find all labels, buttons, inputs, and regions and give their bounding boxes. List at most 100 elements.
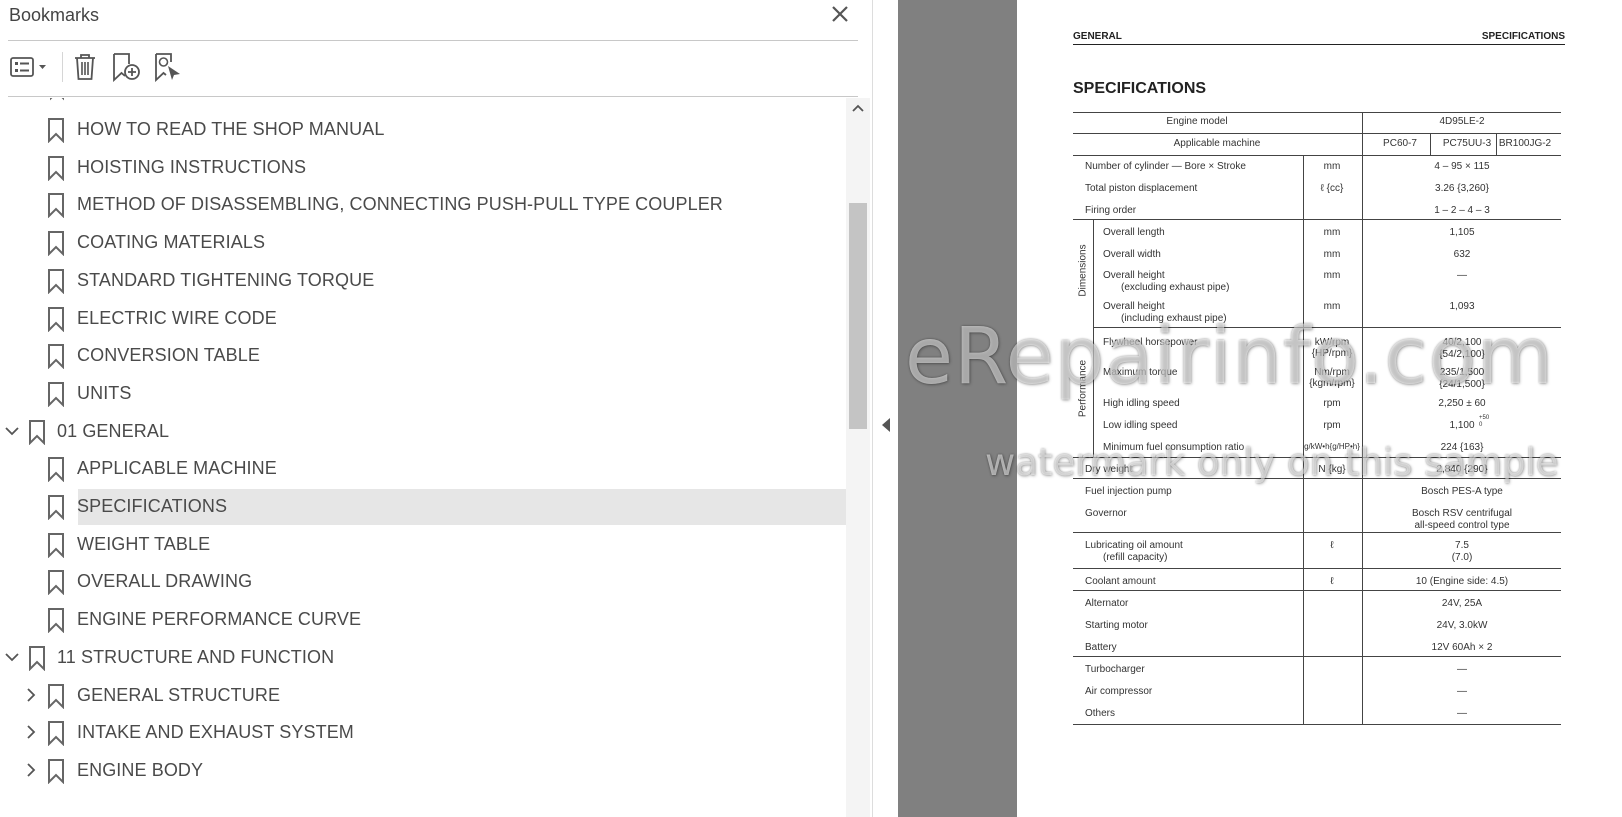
- bookmark-item[interactable]: 11 STRUCTURE AND FUNCTION: [0, 640, 846, 676]
- table-column-rule: [1430, 133, 1431, 155]
- spec-value: 40/2,100: [1442, 337, 1482, 348]
- spec-value-alt: (7.0): [1451, 552, 1473, 563]
- spec-item-label: Governor: [1085, 508, 1127, 519]
- spec-value-tolerance-upper: +50: [1479, 415, 1490, 421]
- group-label-dimensions: Dimensions: [1077, 244, 1089, 297]
- page-title: SPECIFICATIONS: [1073, 80, 1207, 97]
- bookmark-label: GENERAL STRUCTURE: [77, 684, 281, 705]
- bookmarks-header: Bookmarks: [0, 0, 872, 36]
- bookmark-item[interactable]: 01 GENERAL: [0, 414, 846, 450]
- bookmark-item[interactable]: UNITS: [0, 376, 846, 412]
- spec-unit: mm: [1323, 301, 1341, 312]
- bookmark-label: STANDARD TIGHTENING TORQUE: [77, 269, 375, 290]
- bookmark-icon: [48, 344, 64, 370]
- chevron-right-icon[interactable]: [22, 761, 40, 779]
- bookmark-icon: [29, 419, 45, 445]
- close-icon: [832, 6, 848, 22]
- bookmarks-scrollbar[interactable]: [846, 98, 870, 817]
- spec-unit: mm: [1323, 161, 1341, 172]
- close-panel-button[interactable]: [828, 2, 852, 26]
- collapse-panel-icon[interactable]: [881, 418, 891, 432]
- bookmark-icon: [48, 457, 64, 483]
- spec-item-label: Fuel injection pump: [1085, 486, 1172, 497]
- bookmark-item[interactable]: METHOD OF DISASSEMBLING, CONNECTING PUSH…: [0, 187, 846, 223]
- scrollbar-thumb[interactable]: [849, 203, 867, 429]
- spec-unit: Nm/rpm: [1314, 367, 1350, 378]
- spec-unit: ℓ: [1330, 540, 1334, 551]
- bookmark-item[interactable]: APPLICABLE MACHINE: [0, 451, 846, 487]
- bookmark-label: SPECIFICATIONS: [77, 496, 228, 516]
- spec-unit: g/kW•h{g/HP•h}: [1304, 442, 1360, 451]
- spec-item-label: Maximum torque: [1103, 367, 1178, 378]
- bookmark-icon: [29, 645, 45, 671]
- spec-value: 1,100: [1449, 420, 1475, 431]
- bookmark-item[interactable]: INTAKE AND EXHAUST SYSTEM: [0, 715, 846, 751]
- delete-bookmark-button[interactable]: [70, 52, 100, 82]
- chevron-right-icon[interactable]: [22, 686, 40, 704]
- spec-item-label: Minimum fuel consumption ratio: [1103, 442, 1245, 453]
- chevron-down-icon[interactable]: [3, 648, 21, 666]
- chevron-right-icon[interactable]: [22, 723, 40, 741]
- table-column-rule: [1496, 133, 1497, 155]
- spec-value: 2,250 ± 60: [1438, 398, 1486, 409]
- bookmark-item[interactable]: CONVERSION TABLE: [0, 338, 846, 374]
- new-bookmark-button[interactable]: [110, 52, 142, 82]
- bookmark-item[interactable]: ENGINE PERFORMANCE CURVE: [0, 602, 846, 638]
- bookmark-item[interactable]: HOISTING INSTRUCTIONS: [0, 150, 846, 186]
- bookmark-label: COATING MATERIALS: [77, 232, 266, 253]
- spec-item-label: Battery: [1085, 642, 1117, 653]
- spec-item-sublabel: (refill capacity): [1103, 552, 1168, 563]
- spec-value: 224 {163}: [1440, 442, 1484, 453]
- table-rule: [1073, 478, 1561, 479]
- chevron-down-icon[interactable]: [3, 422, 21, 440]
- bookmark-item[interactable]: STANDARD TIGHTENING TORQUE: [0, 263, 846, 299]
- bookmark-item[interactable]: ENGINE BODY: [0, 753, 846, 789]
- bookmark-icon: [48, 118, 64, 143]
- panel-title: Bookmarks: [9, 5, 100, 25]
- spec-item-label: Overall length: [1103, 227, 1165, 238]
- trash-icon: [75, 54, 95, 80]
- options-menu-button[interactable]: [8, 52, 52, 82]
- bookmark-icon: [48, 306, 64, 332]
- applicable-machine-label: Applicable machine: [1173, 138, 1261, 149]
- bookmark-item[interactable]: HOW TO READ THE SHOP MANUAL: [0, 112, 846, 148]
- spec-unit: ℓ: [1330, 576, 1334, 587]
- spec-item-label: Alternator: [1085, 598, 1129, 609]
- group-label-performance: Performance: [1077, 359, 1089, 418]
- bookmark-item[interactable]: WEIGHT TABLE: [0, 527, 846, 563]
- bookmark-item[interactable]: GENERAL STRUCTURE: [0, 678, 846, 714]
- spec-item-label: Starting motor: [1085, 620, 1148, 631]
- spec-item-label: Overall width: [1103, 249, 1161, 260]
- bookmark-icon: [48, 268, 64, 294]
- table-column-rule: [1093, 219, 1094, 457]
- spec-unit: mm: [1323, 270, 1341, 281]
- table-rule: [1073, 457, 1561, 458]
- bookmark-icon: [48, 155, 64, 181]
- bookmark-icon: [48, 683, 64, 709]
- bookmark-label: ELECTRIC WIRE CODE: [77, 307, 277, 328]
- bookmark-label: WEIGHT TABLE: [77, 533, 211, 554]
- bookmark-item[interactable]: COATING MATERIALS: [0, 225, 846, 261]
- scroll-up-icon[interactable]: [850, 100, 866, 116]
- spec-value: —: [1457, 664, 1467, 675]
- bookmark-item[interactable]: SPECIFICATIONS: [0, 489, 846, 525]
- spec-item-sublabel: (excluding exhaust pipe): [1121, 282, 1230, 293]
- find-current-bookmark-button[interactable]: [152, 52, 184, 82]
- spec-value-alt: {24/1,500}: [1439, 379, 1485, 390]
- spec-value: 1,105: [1449, 227, 1475, 238]
- bookmark-icon: [48, 381, 64, 407]
- spec-value: 1,093: [1449, 301, 1475, 312]
- bookmark-label: METHOD OF DISASSEMBLING, CONNECTING PUSH…: [77, 194, 723, 215]
- bookmark-icon: [48, 721, 64, 747]
- bookmark-label: APPLICABLE MACHINE: [77, 458, 277, 479]
- bookmark-icon: [48, 532, 64, 558]
- spec-value: 10 (Engine side: 4.5): [1415, 576, 1509, 587]
- bookmark-item[interactable]: ELECTRIC WIRE CODE: [0, 301, 846, 337]
- spec-value: —: [1457, 708, 1467, 719]
- bookmark-label: 11 STRUCTURE AND FUNCTION: [57, 646, 335, 667]
- panel-splitter[interactable]: [872, 0, 899, 817]
- table-rule: [1073, 133, 1561, 134]
- spec-unit-alt: {HP/rpm}: [1311, 348, 1353, 359]
- bookmarks-toolbar: [0, 44, 872, 92]
- bookmark-item[interactable]: OVERALL DRAWING: [0, 564, 846, 600]
